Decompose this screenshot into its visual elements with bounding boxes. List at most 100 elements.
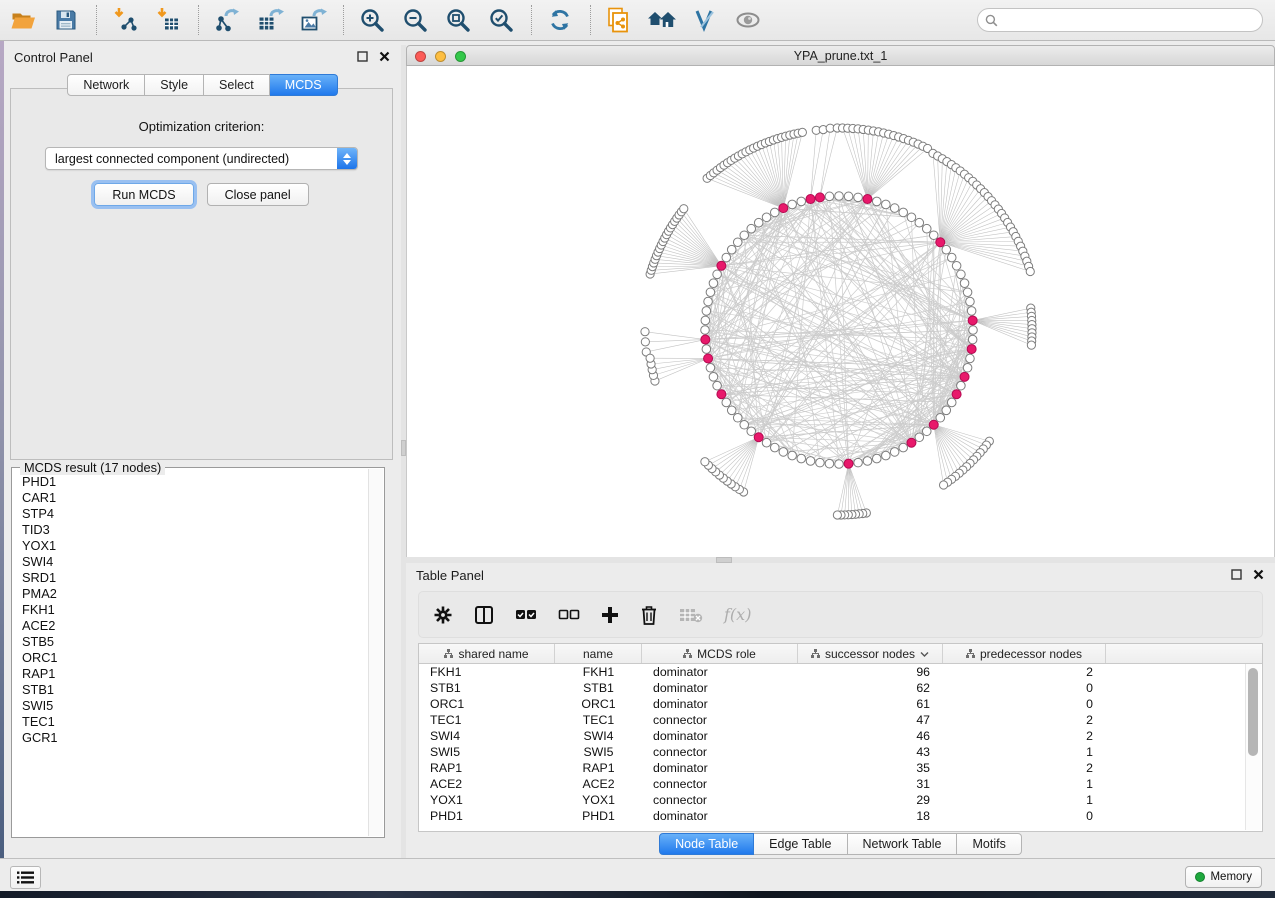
table-row[interactable]: STB1STB1dominator620: [419, 680, 1262, 696]
mcds-list-scrollbar[interactable]: [368, 469, 383, 836]
close-panel-button[interactable]: [378, 50, 391, 63]
mcds-result-item[interactable]: TEC1: [22, 714, 369, 730]
mcds-result-item[interactable]: TID3: [22, 522, 369, 538]
mcds-result-item[interactable]: STB5: [22, 634, 369, 650]
search-input[interactable]: [1002, 12, 1262, 28]
table-row[interactable]: SWI4SWI4dominator462: [419, 728, 1262, 744]
show-panels-button[interactable]: [10, 866, 41, 889]
open-file-button[interactable]: [8, 4, 38, 36]
cell-shared-name: ACE2: [419, 776, 555, 792]
control-panel-title: Control Panel: [14, 50, 93, 65]
select-all-checkboxes-button[interactable]: [515, 608, 537, 622]
table-body: FKH1FKH1dominator962STB1STB1dominator620…: [419, 664, 1262, 824]
window-close-icon[interactable]: [415, 51, 426, 62]
table-row[interactable]: ACE2ACE2connector311: [419, 776, 1262, 792]
zoom-fit-button[interactable]: [443, 4, 473, 36]
column-header-shared-name[interactable]: shared name: [419, 644, 555, 663]
delete-table-button[interactable]: [679, 607, 703, 623]
share-document-button[interactable]: [604, 4, 634, 36]
save-session-button[interactable]: [51, 4, 81, 36]
mcds-result-item[interactable]: STB1: [22, 682, 369, 698]
close-panel-action-button[interactable]: Close panel: [207, 183, 309, 206]
table-scrollbar[interactable]: [1245, 664, 1261, 830]
visual-style-button[interactable]: [690, 4, 720, 36]
function-builder-button[interactable]: f(x): [724, 605, 751, 624]
home-pages-button[interactable]: [647, 4, 677, 36]
memory-button[interactable]: Memory: [1185, 866, 1262, 888]
add-column-button[interactable]: [601, 606, 619, 624]
tab-mcds[interactable]: MCDS: [270, 74, 338, 96]
visual-style-icon: [692, 7, 718, 33]
toolbar-separator: [531, 5, 533, 35]
mcds-result-item[interactable]: PMA2: [22, 586, 369, 602]
optimization-criterion-select[interactable]: largest connected component (undirected): [45, 147, 358, 170]
clear-checkboxes-button[interactable]: [558, 608, 580, 622]
cell-name: YOX1: [555, 792, 642, 808]
tab-node-table[interactable]: Node Table: [659, 833, 754, 855]
zoom-out-button[interactable]: [400, 4, 430, 36]
export-image-button[interactable]: [298, 4, 328, 36]
cell-mcds-role: connector: [642, 776, 798, 792]
refresh-layout-button[interactable]: [545, 4, 575, 36]
delete-column-button[interactable]: [640, 605, 658, 625]
column-header-mcds-role[interactable]: MCDS role: [642, 644, 798, 663]
mcds-result-item[interactable]: FKH1: [22, 602, 369, 618]
window-minimize-icon[interactable]: [435, 51, 446, 62]
status-bar: Memory: [0, 858, 1275, 891]
table-row[interactable]: SWI5SWI5connector431: [419, 744, 1262, 760]
network-canvas[interactable]: [406, 66, 1275, 557]
cell-successor-nodes: 29: [798, 792, 943, 808]
cell-shared-name: STB1: [419, 680, 555, 696]
tab-select[interactable]: Select: [204, 74, 270, 96]
tab-style[interactable]: Style: [145, 74, 204, 96]
mcds-result-item[interactable]: SWI5: [22, 698, 369, 714]
run-mcds-button[interactable]: Run MCDS: [94, 183, 193, 206]
mcds-result-item[interactable]: SRD1: [22, 570, 369, 586]
table-scrollbar-thumb[interactable]: [1248, 668, 1258, 756]
table-row[interactable]: YOX1YOX1connector291: [419, 792, 1262, 808]
table-row[interactable]: FKH1FKH1dominator962: [419, 664, 1262, 680]
search-icon: [985, 14, 998, 27]
zoom-selected-button[interactable]: [486, 4, 516, 36]
table-row[interactable]: RAP1RAP1dominator352: [419, 760, 1262, 776]
mcds-result-item[interactable]: STP4: [22, 506, 369, 522]
column-header-successor-nodes[interactable]: successor nodes: [798, 644, 943, 663]
float-panel-button[interactable]: [1230, 568, 1243, 581]
mcds-result-item[interactable]: ORC1: [22, 650, 369, 666]
column-header-predecessor-nodes[interactable]: predecessor nodes: [943, 644, 1106, 663]
import-network-button[interactable]: [110, 4, 140, 36]
tab-network[interactable]: Network: [67, 74, 145, 96]
mcds-result-item[interactable]: GCR1: [22, 730, 369, 746]
tab-motifs[interactable]: Motifs: [957, 833, 1021, 855]
column-label: successor nodes: [825, 647, 915, 661]
mcds-result-item[interactable]: CAR1: [22, 490, 369, 506]
float-panel-button[interactable]: [356, 50, 369, 63]
zoom-in-button[interactable]: [357, 4, 387, 36]
table-row[interactable]: TEC1TEC1connector472: [419, 712, 1262, 728]
unchecked-boxes-icon: [558, 608, 580, 622]
column-label: shared name: [458, 647, 528, 661]
cell-predecessor-nodes: 2: [943, 760, 1106, 776]
column-header-name[interactable]: name: [555, 644, 642, 663]
mcds-result-item[interactable]: SWI4: [22, 554, 369, 570]
show-hide-button[interactable]: [733, 4, 763, 36]
split-columns-button[interactable]: [474, 605, 494, 625]
mcds-result-item[interactable]: YOX1: [22, 538, 369, 554]
table-settings-button[interactable]: [433, 605, 453, 625]
table-row[interactable]: PHD1PHD1dominator180: [419, 808, 1262, 824]
mcds-result-item[interactable]: RAP1: [22, 666, 369, 682]
import-table-button[interactable]: [153, 4, 183, 36]
close-icon: [1253, 569, 1264, 580]
tab-edge-table[interactable]: Edge Table: [754, 833, 847, 855]
tab-network-table[interactable]: Network Table: [848, 833, 958, 855]
export-table-button[interactable]: [255, 4, 285, 36]
attribute-type-icon: [966, 649, 975, 658]
table-row[interactable]: ORC1ORC1dominator610: [419, 696, 1262, 712]
mcds-result-item[interactable]: PHD1: [22, 474, 369, 490]
export-network-button[interactable]: [212, 4, 242, 36]
window-zoom-icon[interactable]: [455, 51, 466, 62]
mcds-result-item[interactable]: ACE2: [22, 618, 369, 634]
cell-successor-nodes: 62: [798, 680, 943, 696]
close-panel-button[interactable]: [1252, 568, 1265, 581]
cell-shared-name: SWI5: [419, 744, 555, 760]
